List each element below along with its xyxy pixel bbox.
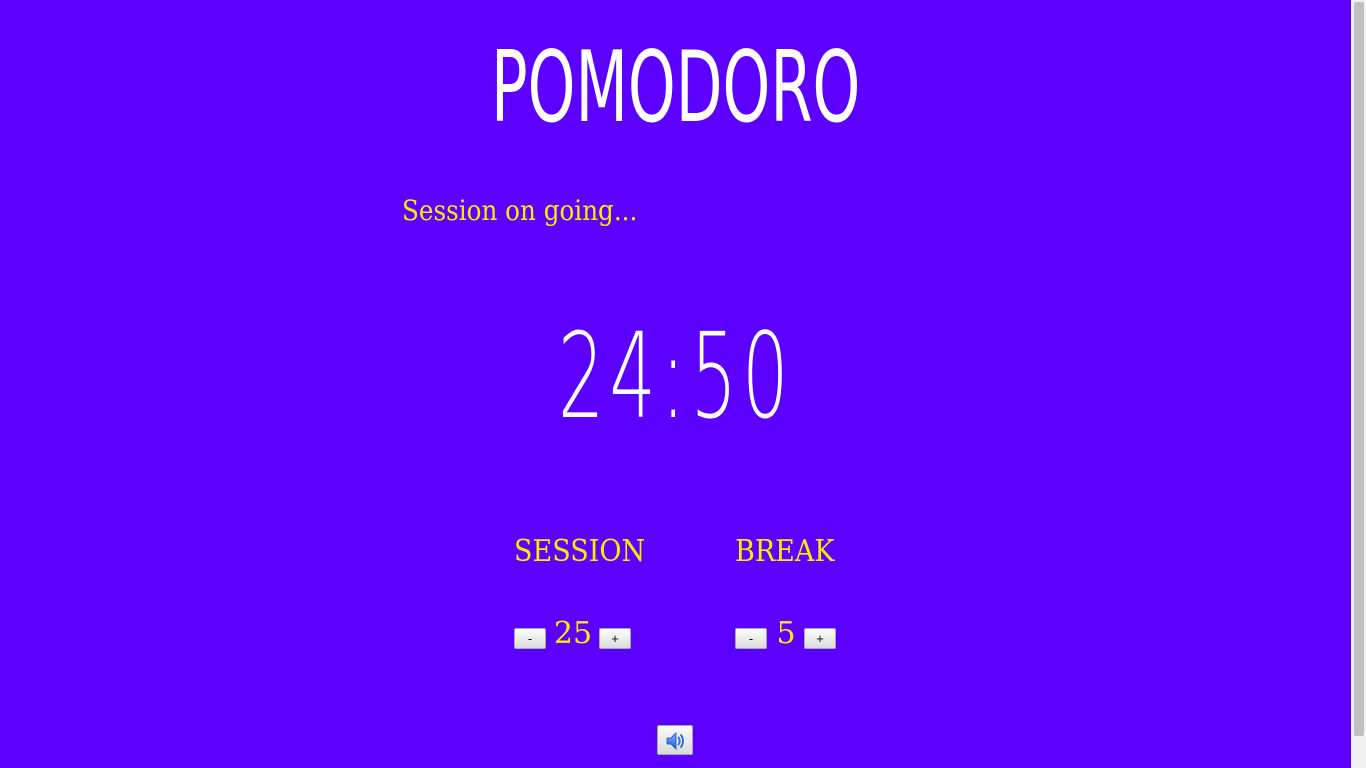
pomodoro-page: POMODORO Session on going... 24:50 SESSI…	[0, 0, 1351, 768]
app-viewport: POMODORO Session on going... 24:50 SESSI…	[0, 0, 1366, 768]
session-length-value: 25	[553, 616, 593, 651]
session-status: Session on going...	[402, 194, 638, 227]
break-length-value: 5	[776, 616, 796, 651]
break-decrement-button[interactable]: -	[735, 628, 767, 649]
sound-toggle-button[interactable]	[657, 725, 693, 755]
session-increment-button[interactable]: +	[599, 628, 631, 649]
session-label: SESSION	[514, 534, 646, 569]
break-increment-button[interactable]: +	[804, 628, 836, 649]
scrollbar-thumb[interactable]	[1354, 2, 1364, 736]
break-label: BREAK	[735, 534, 835, 569]
timer-display: 24:50	[557, 307, 794, 445]
vertical-scrollbar[interactable]	[1351, 0, 1366, 768]
app-title: POMODORO	[490, 31, 861, 145]
session-decrement-button[interactable]: -	[514, 628, 546, 649]
